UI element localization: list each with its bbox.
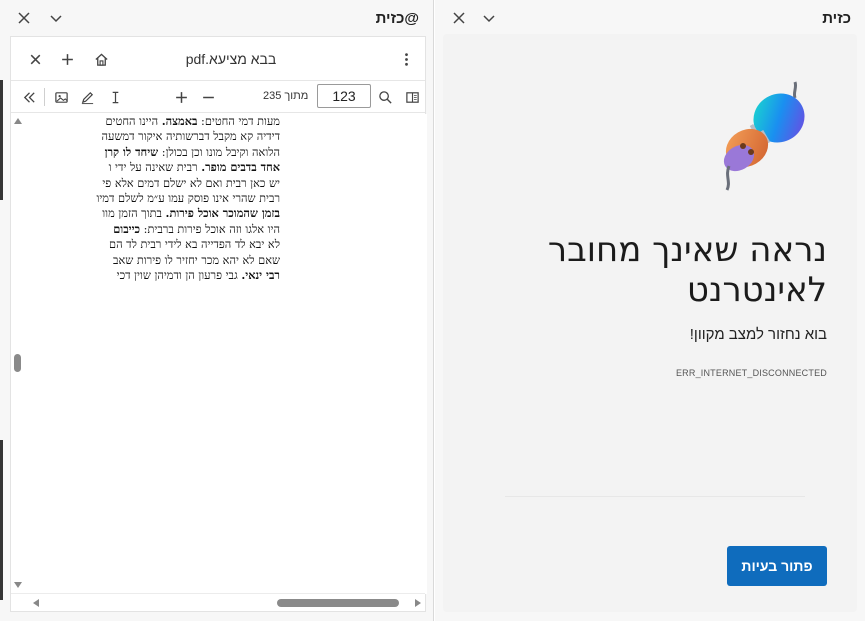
close-pane-button[interactable] [14,8,34,28]
image-tool-button[interactable] [51,87,71,107]
close-icon [453,12,465,24]
horizontal-scrollbar[interactable] [11,593,425,611]
text-select-tool-button[interactable] [105,87,125,107]
page-text-line: היו אלגו וזה אוכל פירות ברבית: כייבום [113,221,280,236]
pane-title: @כזית [375,10,419,27]
home-icon [94,52,108,66]
page-scanned-text: מעות דמי החטים: באמצה. היינו החטים דידיה … [24,114,280,283]
close-tab-button[interactable] [25,49,45,69]
close-icon [18,12,30,24]
page-text-line: לא יבא לד הפדייה בא לידי רבית לד הם [109,238,280,252]
chevron-down-icon [50,15,62,23]
plus-icon [61,53,73,65]
page-text-line: רבי ינאי. גבי פרעון הן ודמיהן שוין דכי [116,268,280,283]
page-text-line: יש כאן רבית ואם לא ישלם דמים אלא פי [102,176,280,190]
close-pane-button[interactable] [449,8,469,28]
offline-page: נראה שאינך מחובר לאינטרנט בוא נחזור למצב… [443,34,857,612]
minus-icon [202,96,214,98]
vertical-scroll-thumb[interactable] [14,354,21,372]
pdf-page[interactable]: מעות דמי החטים: באמצה. היינו החטים דידיה … [11,114,427,594]
left-edge-mark [0,440,3,600]
page-text-line: אחד בדבים מופר. רבית שאינה על ידי ו [108,160,280,175]
new-tab-button[interactable] [57,49,77,69]
troubleshoot-button[interactable]: פתור בעיות [727,546,827,586]
left-pane: @כזית בבא מציעא.pdf מתוך 235 123 מעות דמ… [0,0,434,621]
pdf-viewer: בבא מציעא.pdf מתוך 235 123 מעות דמי החטי… [10,36,427,612]
pane-title: כזית [822,10,851,27]
offline-subheading: בוא נחזור למצב מקוון! [689,326,827,343]
page-text-line: שאם לא יהא מכר יחזיר לו פירות שאב [113,253,280,267]
disconnected-plug-illustration [723,81,805,191]
page-number-input[interactable] [317,84,371,108]
text-cursor-icon [112,91,118,103]
search-icon [378,90,392,104]
page-text-line: רבית שהרי אינו פוסק עמו ע״מ לשלם דמיו [96,192,280,206]
chevron-down-icon [483,15,495,23]
scroll-left-arrow[interactable] [33,599,39,607]
draw-tool-button[interactable] [77,87,97,107]
sidebar-icon [405,91,419,103]
home-button[interactable] [91,49,111,69]
pane-menu-button[interactable] [46,8,66,28]
pane-menu-button[interactable] [479,8,499,28]
sidebar-toggle-button[interactable] [402,87,422,107]
pdf-toolbar: מתוך 235 [11,81,425,113]
page-text-line: מעות דמי החטים: באמצה. היינו החטים [105,114,281,128]
document-tab-title[interactable]: בבא מציעא.pdf [131,51,331,67]
pen-icon [81,91,93,104]
scroll-right-arrow[interactable] [415,599,421,607]
horizontal-scroll-thumb[interactable] [277,599,399,607]
zoom-in-button[interactable] [171,87,191,107]
double-chevron-left-icon [23,91,35,103]
search-button[interactable] [375,87,395,107]
more-options-button[interactable] [396,49,416,69]
vertical-scrollbar[interactable] [11,114,24,594]
error-code: ERR_INTERNET_DISCONNECTED [675,368,827,378]
close-icon [30,54,40,64]
page-text-line: בזמן שהמוכר אוכל פירות. בתוך הזמן מוו [102,206,280,221]
more-vertical-icon [404,52,408,66]
left-edge-mark [0,80,3,200]
page-text-line: דידיה קא מקבל דברשותיה איקור דמשעה [101,130,280,144]
collapse-toolbar-button[interactable] [19,87,39,107]
page-text-line: הלואה וקיבל מונו וכן בכולן: שיחד לו קרן [104,144,280,159]
image-icon [54,91,68,103]
zoom-out-button[interactable] [198,87,218,107]
scroll-down-arrow[interactable] [14,582,22,588]
left-pane-header: @כזית [0,0,433,36]
right-pane-header: כזית [435,0,865,36]
scroll-up-arrow[interactable] [14,118,22,124]
page-total-label: מתוך 235 [263,90,309,102]
offline-heading: נראה שאינך מחובר לאינטרנט [547,230,827,310]
viewer-tab-bar: בבא מציעא.pdf [11,37,425,81]
divider [505,496,805,497]
plus-icon [175,91,187,103]
right-pane: כזית נראה שאינך מחובר לאינטרנט בוא נחזור… [435,0,865,621]
